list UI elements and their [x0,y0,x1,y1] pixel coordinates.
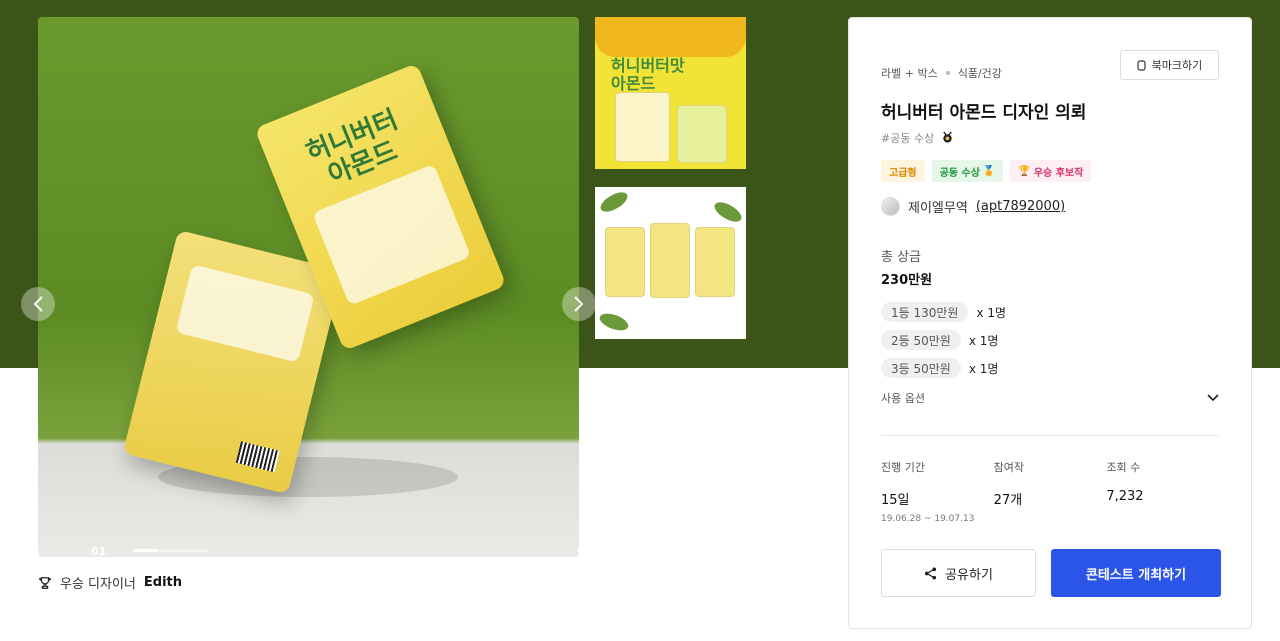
pouch-window [175,264,315,363]
chevron-down-icon [1207,394,1219,402]
prize-rank: 2등 50만원 [881,330,961,350]
badge-winner-candidate: 🏆 우승 후보작 [1010,160,1092,182]
bookmark-icon [1137,59,1146,71]
thumbnail-1-label: 허니버터맛 아몬드 [611,56,685,93]
winner-designer: 우승 디자이너 Edith [38,573,182,592]
prize-row: 2등 50만원 x 1명 [881,330,1006,350]
leaf-icon [597,188,631,216]
prize-label: 총 상금 [881,250,922,265]
stat-entries: 참여작 27개 [994,459,1107,524]
separator-dot [945,71,950,75]
badge-co-winner: 공동 수상 🏅 [931,160,1004,182]
bookmark-label: 북마크하기 [1151,59,1203,72]
bookmark-button[interactable]: 북마크하기 [1120,50,1219,80]
prize-total: 230만원 [881,273,933,288]
avatar [881,197,900,216]
prize-row: 3등 50만원 x 1명 [881,358,1006,378]
heart-icon [577,546,579,555]
slide-progress [133,549,209,552]
client-company: 제이엘무역 (apt7892000) [881,197,1065,216]
page-title: 허니버터 아몬드 디자인 의뢰 [881,103,1087,123]
divider [881,435,1219,436]
stat-views: 조회 수 7,232 [1106,459,1219,524]
trophy-icon: 🏆 [1018,165,1031,177]
stat-label: 조회 수 [1106,461,1141,474]
prize-count: x 1명 [968,333,999,348]
co-winner-medal-icon [942,131,952,143]
medal-icon: 🏅 [982,165,996,177]
company-name: 제이엘무역 [908,201,968,216]
stat-dates: 19.06.28 ~ 19.07.13 [881,514,975,524]
share-icon [925,566,937,580]
breadcrumb: 라벨 + 박스 식품/건강 [881,65,1002,81]
options-label: 사용 옵션 [881,392,925,405]
company-id-link[interactable]: (apt7892000) [976,199,1065,214]
chevron-right-icon [574,296,584,312]
prize-rank: 1등 130만원 [881,302,969,322]
mini-pouch [677,105,727,163]
stat-value: 7,232 [1106,489,1144,504]
contest-tag-label: #공동 수상 [881,132,935,145]
stat-label: 진행 기간 [881,461,925,474]
stat-label: 참여작 [993,461,1025,474]
thumbnail-2[interactable] [595,187,746,339]
slide-progress-fill [133,549,159,552]
slide-index: 01 [91,545,107,557]
contest-tag: #공동 수상 [881,130,954,146]
like-button[interactable]: 6 [575,543,579,557]
next-slide-button[interactable] [562,287,596,321]
prize-list: 1등 130만원 x 1명 2등 50만원 x 1명 3등 50만원 x 1명 [881,302,1006,378]
thumbnail-1[interactable]: 허니버터맛 아몬드 [595,17,746,169]
badge-list: 고급형 공동 수상 🏅 🏆 우승 후보작 [881,160,1092,182]
mini-pouch [615,92,670,162]
prize-count: x 1명 [976,305,1007,320]
winner-prefix: 우승 디자이너 [60,577,136,592]
prev-slide-button[interactable] [21,287,55,321]
trophy-icon [39,576,51,589]
pouch-back [122,229,344,495]
contest-info-panel: 라벨 + 박스 식품/건강 북마크하기 허니버터 아몬드 디자인 의뢰 #공동 … [848,17,1252,629]
honey-drip [595,17,746,57]
share-label: 공유하기 [945,567,993,583]
mini-pouch [650,223,690,298]
mini-pouch [605,227,645,297]
stat-value: 15일 [881,493,910,508]
main-product-image[interactable]: 허니버터 아몬드 01 6 [38,17,579,557]
chevron-left-icon [33,296,43,312]
share-button[interactable]: 공유하기 [881,549,1036,597]
stat-value: 27개 [993,493,1023,508]
badge-label: 우승 후보작 [1033,167,1084,179]
badge-label: 공동 수상 [939,167,980,179]
mini-pouch [695,227,735,297]
badge-premium: 고급형 [881,160,925,182]
leaf-icon [711,198,745,226]
prize-rank: 3등 50만원 [881,358,961,378]
barcode-icon [235,441,280,473]
winner-name: Edith [143,575,183,590]
category-primary[interactable]: 라벨 + 박스 [881,65,938,81]
open-contest-button[interactable]: 콘테스트 개최하기 [1051,549,1221,597]
contest-stats: 진행 기간 15일 19.06.28 ~ 19.07.13 참여작 27개 조회… [881,459,1219,524]
prize-row: 1등 130만원 x 1명 [881,302,1006,322]
prize-count: x 1명 [968,361,999,376]
badge-label: 고급형 [889,167,917,179]
leaf-icon [597,310,631,334]
stat-period: 진행 기간 15일 19.06.28 ~ 19.07.13 [881,459,994,524]
category-secondary[interactable]: 식품/건강 [958,65,1002,81]
options-toggle[interactable]: 사용 옵션 [881,390,1219,406]
